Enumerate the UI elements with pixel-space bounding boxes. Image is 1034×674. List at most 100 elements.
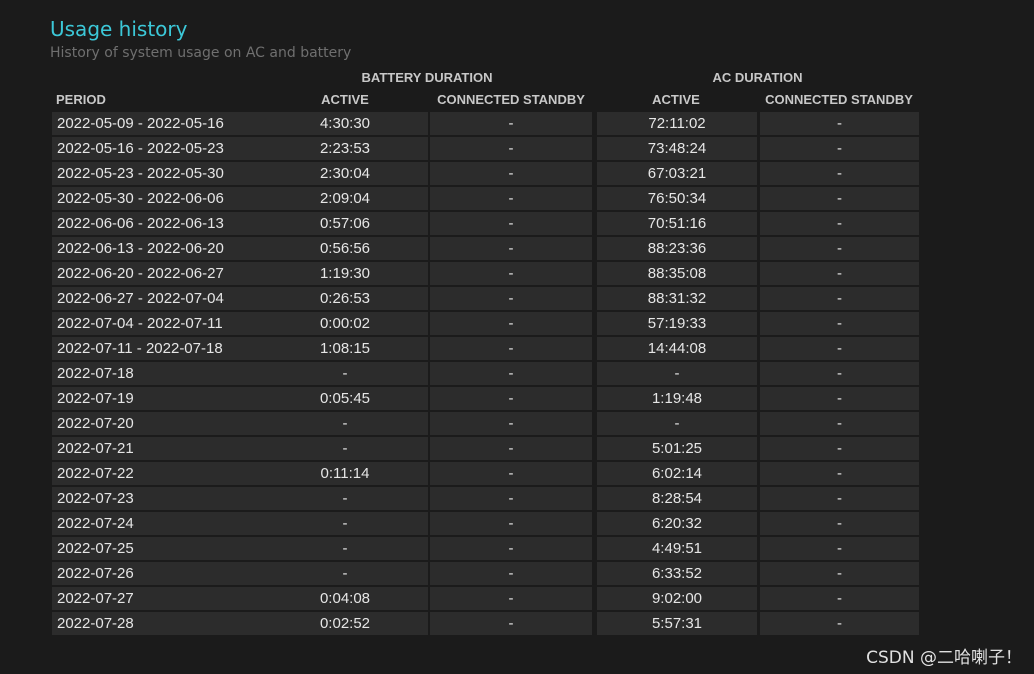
ac-duration-group-header: AC DURATION <box>712 70 803 85</box>
ac-connected-standby-cell: - <box>760 287 919 310</box>
ac-active-cell: 76:50:34 <box>597 187 757 210</box>
ac-active-cell: 6:02:14 <box>597 462 757 485</box>
battery-connected-standby-cell: - <box>430 587 592 610</box>
table-row: 2022-07-27 0:04:08-9:02:00- <box>52 587 920 612</box>
period-cell: 2022-07-28 <box>52 612 264 635</box>
period-cell: 2022-05-16 - 2022-05-23 <box>52 137 264 160</box>
ac-active-cell: 1:19:48 <box>597 387 757 410</box>
battery-active-cell: - <box>262 487 428 510</box>
period-cell: 2022-07-11 - 2022-07-18 <box>52 337 264 360</box>
table-row: 2022-07-22 0:11:14-6:02:14- <box>52 462 920 487</box>
table-row: 2022-07-28 0:02:52-5:57:31- <box>52 612 920 637</box>
ac-connected-standby-cell: - <box>760 437 919 460</box>
battery-connected-standby-cell: - <box>430 612 592 635</box>
battery-connected-standby-cell: - <box>430 287 592 310</box>
battery-active-cell: - <box>262 362 428 385</box>
ac-connected-standby-cell: - <box>760 412 919 435</box>
period-cell: 2022-07-20 <box>52 412 264 435</box>
ac-connected-standby-cell: - <box>760 237 919 260</box>
battery-connected-standby-cell: - <box>430 112 592 135</box>
period-cell: 2022-05-09 - 2022-05-16 <box>52 112 264 135</box>
ac-connected-standby-cell: - <box>760 587 919 610</box>
table-row: 2022-05-30 - 2022-06-06 2:09:04-76:50:34- <box>52 187 920 212</box>
ac-connected-standby-cell: - <box>760 162 919 185</box>
battery-connected-standby-cell: - <box>430 187 592 210</box>
battery-connected-standby-cell: - <box>430 512 592 535</box>
table-row: 2022-07-26- -6:33:52- <box>52 562 920 587</box>
battery-active-cell: 0:11:14 <box>262 462 428 485</box>
table-row: 2022-05-09 - 2022-05-16 4:30:30-72:11:02- <box>52 112 920 137</box>
ac-connected-standby-cell: - <box>760 362 919 385</box>
period-column-header: PERIOD <box>56 92 106 107</box>
ac-active-cell: - <box>597 362 757 385</box>
ac-active-cell: 14:44:08 <box>597 337 757 360</box>
watermark: CSDN @二哈喇子！ <box>866 648 1022 668</box>
battery-connected-standby-cell: - <box>430 237 592 260</box>
ac-connected-standby-cell: - <box>760 137 919 160</box>
period-cell: 2022-07-21 <box>52 437 264 460</box>
ac-active-cell: 57:19:33 <box>597 312 757 335</box>
period-cell: 2022-07-18 <box>52 362 264 385</box>
table-row: 2022-06-20 - 2022-06-27 1:19:30-88:35:08- <box>52 262 920 287</box>
battery-connected-standby-cell: - <box>430 562 592 585</box>
battery-connected-standby-cell: - <box>430 162 592 185</box>
period-cell: 2022-07-19 <box>52 387 264 410</box>
ac-active-cell: 88:35:08 <box>597 262 757 285</box>
page-subtitle: History of system usage on AC and batter… <box>50 45 352 61</box>
ac-active-cell: 5:57:31 <box>597 612 757 635</box>
ac-active-cell: 88:23:36 <box>597 237 757 260</box>
battery-active-cell: 1:08:15 <box>262 337 428 360</box>
ac-active-cell: 6:33:52 <box>597 562 757 585</box>
usage-history-table: 2022-05-09 - 2022-05-16 4:30:30-72:11:02-… <box>52 112 920 637</box>
period-cell: 2022-06-13 - 2022-06-20 <box>52 237 264 260</box>
table-row: 2022-07-23- -8:28:54- <box>52 487 920 512</box>
period-cell: 2022-07-23 <box>52 487 264 510</box>
ac-connected-standby-cell: - <box>760 612 919 635</box>
ac-active-cell: 8:28:54 <box>597 487 757 510</box>
battery-active-cell: 2:09:04 <box>262 187 428 210</box>
ac-active-cell: 5:01:25 <box>597 437 757 460</box>
table-row: 2022-07-24- -6:20:32- <box>52 512 920 537</box>
period-cell: 2022-07-04 - 2022-07-11 <box>52 312 264 335</box>
ac-active-cell: 6:20:32 <box>597 512 757 535</box>
period-cell: 2022-07-26 <box>52 562 264 585</box>
battery-active-cell: 0:05:45 <box>262 387 428 410</box>
battery-active-cell: - <box>262 562 428 585</box>
battery-active-cell: 0:02:52 <box>262 612 428 635</box>
period-cell: 2022-05-23 - 2022-05-30 <box>52 162 264 185</box>
ac-connected-standby-cell: - <box>760 562 919 585</box>
table-row: 2022-07-04 - 2022-07-11 0:00:02-57:19:33- <box>52 312 920 337</box>
battery-connected-standby-cell: - <box>430 262 592 285</box>
ac-active-column-header: ACTIVE <box>652 92 700 107</box>
table-row: 2022-07-21- -5:01:25- <box>52 437 920 462</box>
battery-connected-standby-cell: - <box>430 212 592 235</box>
page-title: Usage history <box>50 17 188 41</box>
battery-active-cell: 0:04:08 <box>262 587 428 610</box>
table-row: 2022-06-13 - 2022-06-20 0:56:56-88:23:36- <box>52 237 920 262</box>
table-row: 2022-07-20- - - - <box>52 412 920 437</box>
ac-connected-standby-cell: - <box>760 262 919 285</box>
ac-active-cell: 73:48:24 <box>597 137 757 160</box>
ac-connected-standby-cell: - <box>760 387 919 410</box>
period-cell: 2022-07-24 <box>52 512 264 535</box>
ac-connected-standby-cell: - <box>760 312 919 335</box>
table-row: 2022-06-06 - 2022-06-13 0:57:06-70:51:16- <box>52 212 920 237</box>
ac-connected-standby-cell: - <box>760 337 919 360</box>
ac-active-cell: - <box>597 412 757 435</box>
table-row: 2022-07-18- - - - <box>52 362 920 387</box>
ac-connected-standby-cell: - <box>760 537 919 560</box>
ac-connected-standby-cell: - <box>760 462 919 485</box>
ac-connected-standby-column-header: CONNECTED STANDBY <box>765 92 913 107</box>
period-cell: 2022-07-25 <box>52 537 264 560</box>
battery-active-cell: 0:56:56 <box>262 237 428 260</box>
battery-connected-standby-column-header: CONNECTED STANDBY <box>437 92 585 107</box>
battery-active-cell: - <box>262 412 428 435</box>
battery-connected-standby-cell: - <box>430 437 592 460</box>
period-cell: 2022-06-06 - 2022-06-13 <box>52 212 264 235</box>
battery-active-cell: 2:23:53 <box>262 137 428 160</box>
battery-connected-standby-cell: - <box>430 462 592 485</box>
battery-active-cell: 1:19:30 <box>262 262 428 285</box>
ac-active-cell: 88:31:32 <box>597 287 757 310</box>
battery-connected-standby-cell: - <box>430 537 592 560</box>
ac-connected-standby-cell: - <box>760 187 919 210</box>
